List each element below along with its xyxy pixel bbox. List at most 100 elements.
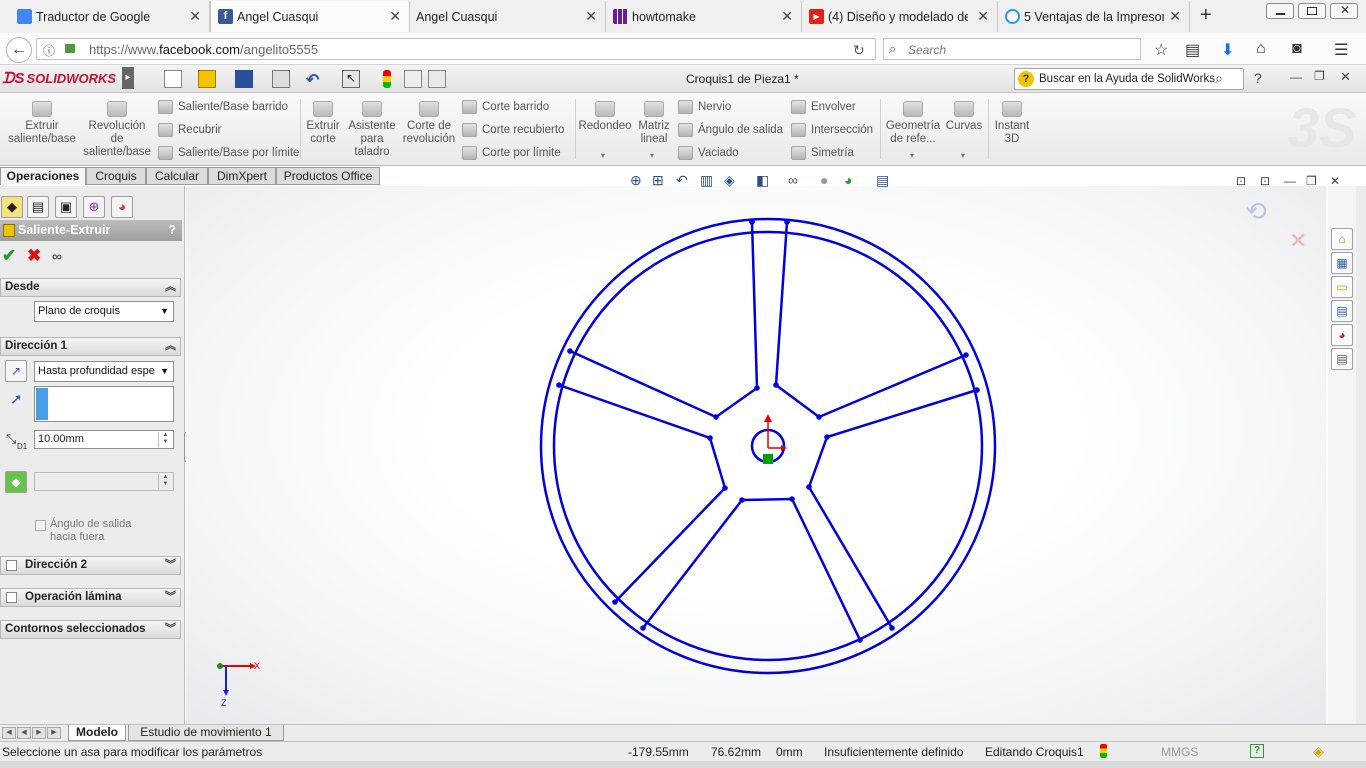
rebuild-status-icon[interactable] (1100, 744, 1107, 758)
linear-pattern-button[interactable]: Matriz lineal (636, 101, 672, 146)
browser-tab-angel[interactable]: Angel Cuasqui ✕ (410, 1, 606, 32)
view-settings-icon[interactable]: ▤ (876, 172, 889, 189)
url-bar[interactable]: ⓘ https://www.facebook.com/angelito5555 … (36, 38, 876, 60)
checkbox[interactable] (6, 592, 17, 603)
browser-tab-google-translate[interactable]: Traductor de Google ✕ (10, 1, 210, 32)
direction-vector-field[interactable] (34, 386, 174, 422)
hole-wizard-button[interactable]: Asistente para taladro (346, 101, 398, 159)
zoom-to-area-icon[interactable]: ⊞ (652, 172, 664, 189)
section-view-icon[interactable]: ▥ (700, 172, 713, 189)
hide-show-items-icon[interactable]: ∞ (788, 172, 798, 188)
reference-geometry-button[interactable]: Geometría de refe... (884, 101, 942, 146)
configuration-manager-icon[interactable]: ▣ (55, 196, 77, 218)
menu-expand-arrow[interactable]: ▸ (122, 67, 134, 89)
tile-icon[interactable]: ⊡ (1236, 174, 1246, 188)
help-search-box[interactable]: ? Buscar en la Ayuda de SolidWorks ⌕ (1014, 68, 1244, 90)
browser-tab-youtube[interactable]: ▶ (4) Diseño y modelado de ✕ (802, 1, 998, 32)
group-from[interactable]: Desde ︽ (0, 278, 181, 297)
previous-view-icon[interactable]: ↶ (676, 172, 688, 189)
close-icon[interactable]: ✕ (189, 8, 201, 25)
tab-operaciones[interactable]: Operaciones (0, 167, 86, 185)
appearances-icon[interactable]: ◕ (1331, 324, 1353, 346)
close-icon[interactable]: ✕ (1340, 69, 1351, 85)
exit-sketch-icon[interactable]: ⟲ (1245, 196, 1267, 227)
feature-tree-icon[interactable]: ◆ (1, 196, 23, 218)
minimize-window-button[interactable] (1266, 3, 1294, 19)
dimxpert-manager-icon[interactable]: ⊕ (83, 196, 105, 218)
browser-tab-howtomake[interactable]: howtomake ✕ (606, 1, 802, 32)
cancel-x-icon[interactable]: ✖ (27, 246, 41, 266)
download-icon[interactable]: ⬇ (1221, 40, 1234, 60)
cancel-sketch-icon[interactable]: ✕ (1289, 228, 1307, 254)
chevron-down-icon[interactable]: ▾ (601, 151, 605, 160)
new-tab-button[interactable]: + (1200, 4, 1212, 27)
display-manager-icon[interactable]: ◕ (111, 196, 133, 218)
reverse-direction-icon[interactable]: ↗ (5, 360, 27, 382)
pocket-icon[interactable]: ◙ (1292, 40, 1302, 58)
url-text[interactable]: https://www.facebook.com/angelito5555 (89, 42, 318, 57)
restore-icon[interactable]: ❐ (1314, 69, 1325, 83)
minimize-icon[interactable]: — (1284, 174, 1296, 188)
restore-icon[interactable]: ❐ (1306, 174, 1317, 188)
help-icon[interactable]: ? (168, 220, 176, 241)
custom-properties-icon[interactable]: ▤ (1331, 348, 1353, 370)
chevron-down-icon[interactable]: ▾ (910, 151, 914, 160)
display-style-icon[interactable]: ◧ (756, 172, 769, 189)
property-manager-icon[interactable]: ▤ (27, 196, 49, 218)
graphics-area[interactable]: X Z (186, 186, 1326, 724)
tab-modelo[interactable]: Modelo (68, 725, 126, 741)
ok-checkmark-icon[interactable]: ✔ (2, 246, 16, 266)
swept-boss-button[interactable]: Saliente/Base barrido (158, 100, 288, 114)
close-window-button[interactable]: ✕ (1330, 3, 1358, 19)
sketch-canvas[interactable]: X Z (186, 186, 1326, 724)
close-icon[interactable]: ✕ (389, 8, 401, 25)
undo-icon[interactable]: ↶ (306, 70, 324, 89)
group-direction-2[interactable]: Dirección 2 ︾ (0, 556, 181, 575)
close-icon[interactable]: ✕ (585, 8, 597, 25)
select-pointer-icon[interactable]: ↖ (342, 70, 360, 88)
bookmark-star-icon[interactable]: ☆ (1154, 40, 1168, 60)
close-icon[interactable]: ✕ (977, 8, 989, 25)
tab-calcular[interactable]: Calcular (146, 167, 208, 185)
depth-input[interactable]: 10.00mm ▲ ▼ (34, 430, 174, 449)
spin-arrows-icon[interactable]: ▲ ▼ (158, 432, 172, 447)
tag-icon[interactable]: ◈ (1313, 743, 1324, 760)
apply-scene-icon[interactable]: ◕ (844, 172, 852, 188)
restore-window-button[interactable] (1298, 3, 1326, 19)
instant3d-button[interactable]: Instant 3D (990, 101, 1034, 146)
help-status-icon[interactable]: ? (1250, 744, 1264, 758)
browser-tab-impresora[interactable]: 5 Ventajas de la Impresora ✕ (998, 1, 1190, 32)
first-tab-icon[interactable]: ◀ (2, 727, 16, 739)
tab-croquis[interactable]: Croquis (86, 167, 146, 185)
reload-icon[interactable]: ↻ (853, 42, 865, 59)
tab-productos-office[interactable]: Productos Office (276, 167, 380, 185)
view-orientation-icon[interactable]: ◈ (724, 172, 735, 189)
solidworks-resources-icon[interactable]: ⌂ (1331, 228, 1353, 250)
browser-search-box[interactable]: ⌕ Search (883, 38, 1141, 60)
previous-tab-icon[interactable]: ◀ (17, 727, 31, 739)
chevron-down-icon[interactable]: ▾ (650, 151, 654, 160)
from-select[interactable]: Plano de croquis ▼ (34, 301, 174, 322)
revolved-cut-button[interactable]: Corte de revolución (402, 101, 456, 146)
group-thin-feature[interactable]: Operación lámina ︾ (0, 588, 181, 607)
solidworks-logo[interactable]: ᗪS SOLIDWORKS (2, 70, 116, 87)
view-palette-icon[interactable]: ▤ (1331, 300, 1353, 322)
draft-toggle-icon[interactable]: ◆ (5, 471, 27, 493)
lofted-cut-button[interactable]: Corte recubierto (462, 123, 564, 137)
intersect-button[interactable]: Intersección (791, 123, 873, 137)
curves-button[interactable]: Curvas (944, 101, 984, 133)
file-properties-icon[interactable] (404, 70, 422, 88)
shell-button[interactable]: Vaciado (678, 146, 739, 160)
chevron-down-icon[interactable]: ▾ (961, 151, 965, 160)
end-condition-select[interactable]: Hasta profundidad espe ▼ (34, 361, 174, 382)
help-icon[interactable]: ? (1254, 70, 1262, 86)
design-library-icon[interactable]: ▦ (1331, 252, 1353, 274)
loft-button[interactable]: Recubrir (158, 123, 221, 137)
rebuild-traffic-light-icon[interactable] (383, 70, 391, 88)
rib-button[interactable]: Nervio (678, 100, 731, 114)
search-icon[interactable]: ⌕ (1215, 70, 1223, 87)
detailed-preview-icon[interactable]: ∞ (52, 248, 62, 264)
browser-tab-facebook[interactable]: f Angel Cuasqui ✕ (210, 1, 410, 32)
open-folder-icon[interactable] (198, 70, 216, 88)
edit-appearance-icon[interactable]: ● (820, 172, 828, 188)
